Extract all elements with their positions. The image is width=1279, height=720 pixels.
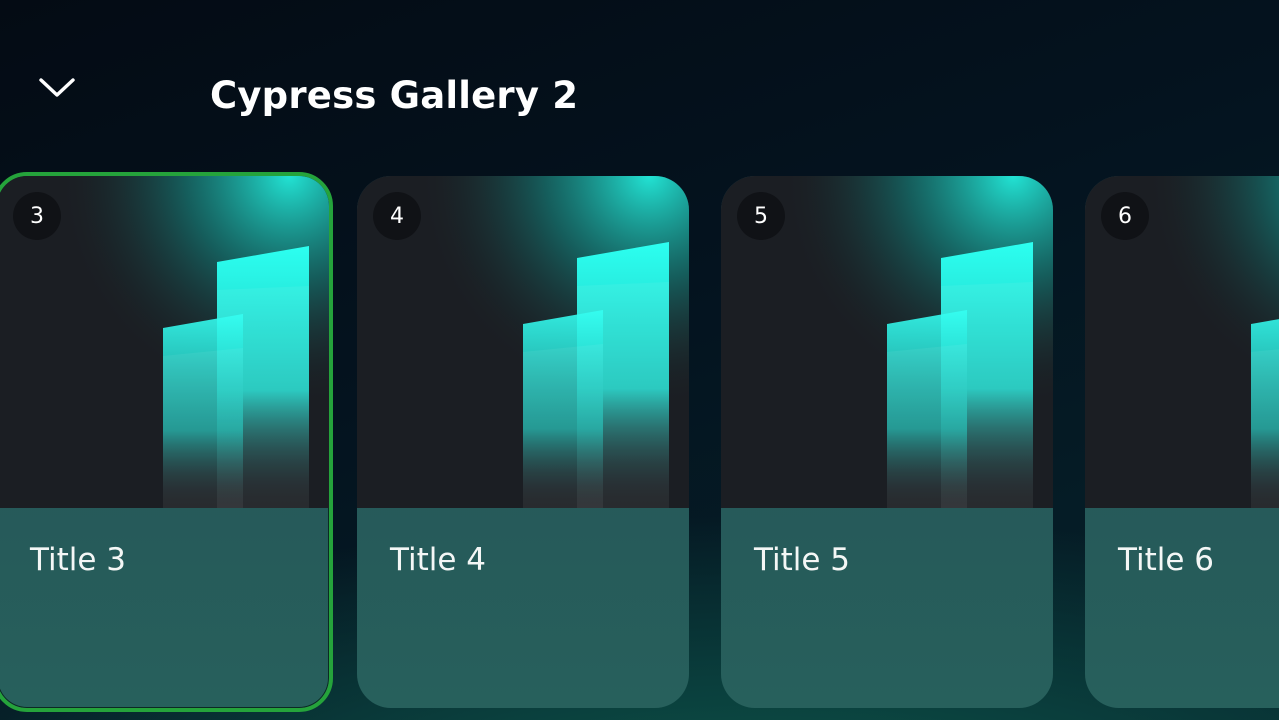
gallery-card-5[interactable]: 5 Title 5 bbox=[721, 176, 1053, 708]
card-number-badge: 5 bbox=[737, 192, 785, 240]
card-title: Title 5 bbox=[754, 542, 851, 578]
gallery-card-4[interactable]: 4 Title 4 bbox=[357, 176, 689, 708]
card-title: Title 4 bbox=[390, 542, 487, 578]
card-carousel: 3 Title 3 4 Title 4 5 Title 5 6 Title 6 bbox=[0, 0, 1279, 720]
card-number-badge: 3 bbox=[13, 192, 61, 240]
gallery-card-6[interactable]: 6 Title 6 bbox=[1085, 176, 1279, 708]
gallery-card-3[interactable]: 3 Title 3 bbox=[0, 172, 333, 712]
card-title: Title 6 bbox=[1118, 542, 1215, 578]
card-number-badge: 6 bbox=[1101, 192, 1149, 240]
card-title: Title 3 bbox=[30, 542, 127, 578]
card-number-badge: 4 bbox=[373, 192, 421, 240]
